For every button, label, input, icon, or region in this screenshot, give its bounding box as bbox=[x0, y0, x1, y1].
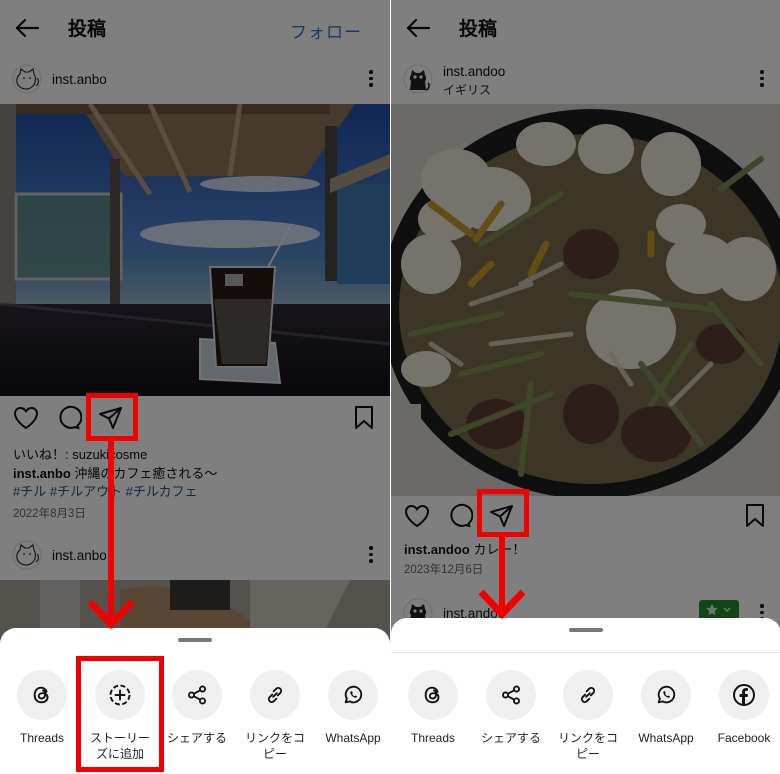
curry-stew-image bbox=[391, 104, 780, 496]
share-option-label: WhatsApp bbox=[638, 731, 694, 745]
share-option-label-line2: ピー bbox=[575, 747, 600, 761]
share-option-label: Threads bbox=[410, 731, 456, 745]
share-option-facebook[interactable]: Facebook bbox=[707, 670, 780, 746]
favorite-badge-button[interactable] bbox=[699, 600, 739, 620]
avatar-black-cat-icon[interactable] bbox=[403, 64, 433, 94]
post-location[interactable]: イギリス bbox=[443, 81, 491, 98]
share-option-threads[interactable]: Threads bbox=[5, 670, 79, 746]
sheet-drag-handle[interactable] bbox=[178, 638, 212, 642]
share-sheet: Threads シェアする リンクをコピー WhatsApp Facebook bbox=[391, 618, 780, 774]
star-chevron-icon bbox=[706, 604, 731, 615]
hashtags[interactable]: #チル #チルアウト #チルカフェ bbox=[13, 481, 198, 500]
share-option-label-line2: ピー bbox=[262, 747, 287, 761]
more-options-icon[interactable] bbox=[368, 70, 374, 88]
caption: inst.andoo カレー！ bbox=[404, 539, 525, 558]
share-sheet: Threads ストーリーズに追加 シェアする リンクをコピー WhatsApp bbox=[0, 628, 390, 774]
avatar-cat-outline-icon[interactable] bbox=[12, 540, 42, 570]
likes-label: いいね！: suzukicosme bbox=[13, 447, 148, 462]
post-date: 2023年12月6日 bbox=[404, 564, 484, 576]
threads-icon bbox=[424, 686, 440, 704]
like-heart-icon[interactable] bbox=[12, 404, 40, 432]
share-send-icon[interactable] bbox=[488, 502, 516, 530]
share-option-label: WhatsApp bbox=[325, 731, 381, 745]
threads-icon bbox=[33, 686, 49, 704]
add-story-icon bbox=[109, 684, 131, 706]
right-screen: 投稿 inst.andoo イギリス inst.andoo カレー！ 2023年… bbox=[390, 0, 780, 774]
share-option-label: ストーリー bbox=[89, 731, 150, 745]
link-icon bbox=[267, 687, 283, 703]
link-icon bbox=[580, 687, 596, 703]
post-username[interactable]: inst.anbo bbox=[52, 72, 107, 87]
post-username[interactable]: inst.anbo bbox=[52, 548, 107, 563]
share-option-label: Facebook bbox=[717, 731, 771, 745]
likes-text[interactable]: いいね！: suzukicosme bbox=[13, 444, 147, 463]
top-bar: 投稿 bbox=[391, 0, 780, 58]
sheet-drag-handle[interactable] bbox=[569, 628, 603, 632]
comment-bubble-icon[interactable] bbox=[445, 502, 473, 530]
page-title: 投稿 bbox=[459, 19, 498, 40]
post-username[interactable]: inst.andoo bbox=[443, 64, 505, 79]
share-option-whatsapp[interactable]: WhatsApp bbox=[629, 670, 703, 746]
share-option-whatsapp[interactable]: WhatsApp bbox=[316, 670, 390, 746]
post-date: 2022年8月3日 bbox=[13, 508, 86, 520]
post-header: inst.andoo イギリス bbox=[391, 60, 780, 104]
share-nodes-icon bbox=[188, 685, 206, 705]
share-send-icon[interactable] bbox=[97, 404, 125, 432]
caption-username[interactable]: inst.andoo bbox=[404, 542, 470, 557]
share-option-threads[interactable]: Threads bbox=[396, 670, 470, 746]
post-header: inst.anbo bbox=[0, 60, 390, 104]
post-photo-curry[interactable] bbox=[391, 104, 780, 496]
comment-bubble-icon[interactable] bbox=[54, 404, 82, 432]
bookmark-icon[interactable] bbox=[350, 404, 378, 432]
whatsapp-icon bbox=[657, 685, 676, 704]
caption: inst.anbo 沖縄のカフェ癒される〜 bbox=[13, 463, 217, 482]
more-options-icon[interactable] bbox=[759, 70, 765, 88]
share-option-label: リンクをコ bbox=[557, 731, 618, 745]
share-option-label: Threads bbox=[19, 731, 65, 745]
bookmark-icon[interactable] bbox=[741, 502, 769, 530]
caption-text: 沖縄のカフェ癒される〜 bbox=[70, 466, 218, 481]
next-post-header: inst.anbo bbox=[0, 536, 390, 580]
more-options-icon[interactable] bbox=[368, 546, 374, 564]
share-option-label: シェアする bbox=[480, 731, 541, 745]
caption-username[interactable]: inst.anbo bbox=[13, 466, 71, 481]
follow-button[interactable]: フォロー bbox=[290, 18, 362, 43]
top-bar: 投稿 フォロー bbox=[0, 0, 390, 58]
share-option-share[interactable]: シェアする bbox=[474, 670, 548, 746]
share-option-copy-link[interactable]: リンクをコ ピー bbox=[551, 670, 625, 762]
back-arrow-icon[interactable] bbox=[405, 17, 431, 39]
share-nodes-icon bbox=[502, 685, 520, 705]
share-option-copy-link[interactable]: リンクをコ ピー bbox=[238, 670, 312, 762]
left-screen: 投稿 フォロー inst.anbo いいね！: suzukicosme inst… bbox=[0, 0, 390, 774]
share-option-share[interactable]: シェアする bbox=[160, 670, 234, 746]
post-action-bar bbox=[0, 398, 390, 438]
page-title: 投稿 bbox=[68, 19, 107, 40]
share-option-label: シェアする bbox=[166, 731, 227, 745]
post-action-bar bbox=[391, 496, 780, 536]
facebook-icon bbox=[733, 684, 755, 706]
caption-text: カレー！ bbox=[469, 542, 526, 557]
cafe-ocean-image bbox=[0, 104, 390, 396]
whatsapp-icon bbox=[344, 685, 363, 704]
share-option-add-to-story[interactable]: ストーリー ズに追加 bbox=[83, 670, 157, 762]
like-heart-icon[interactable] bbox=[403, 502, 431, 530]
share-option-label-line2: ズに追加 bbox=[95, 747, 144, 761]
post-photo-cafe[interactable] bbox=[0, 104, 390, 396]
share-option-label: リンクをコ bbox=[244, 731, 305, 745]
sheet-divider bbox=[391, 652, 780, 653]
back-arrow-icon[interactable] bbox=[14, 17, 40, 39]
avatar-cat-outline-icon[interactable] bbox=[12, 64, 42, 94]
